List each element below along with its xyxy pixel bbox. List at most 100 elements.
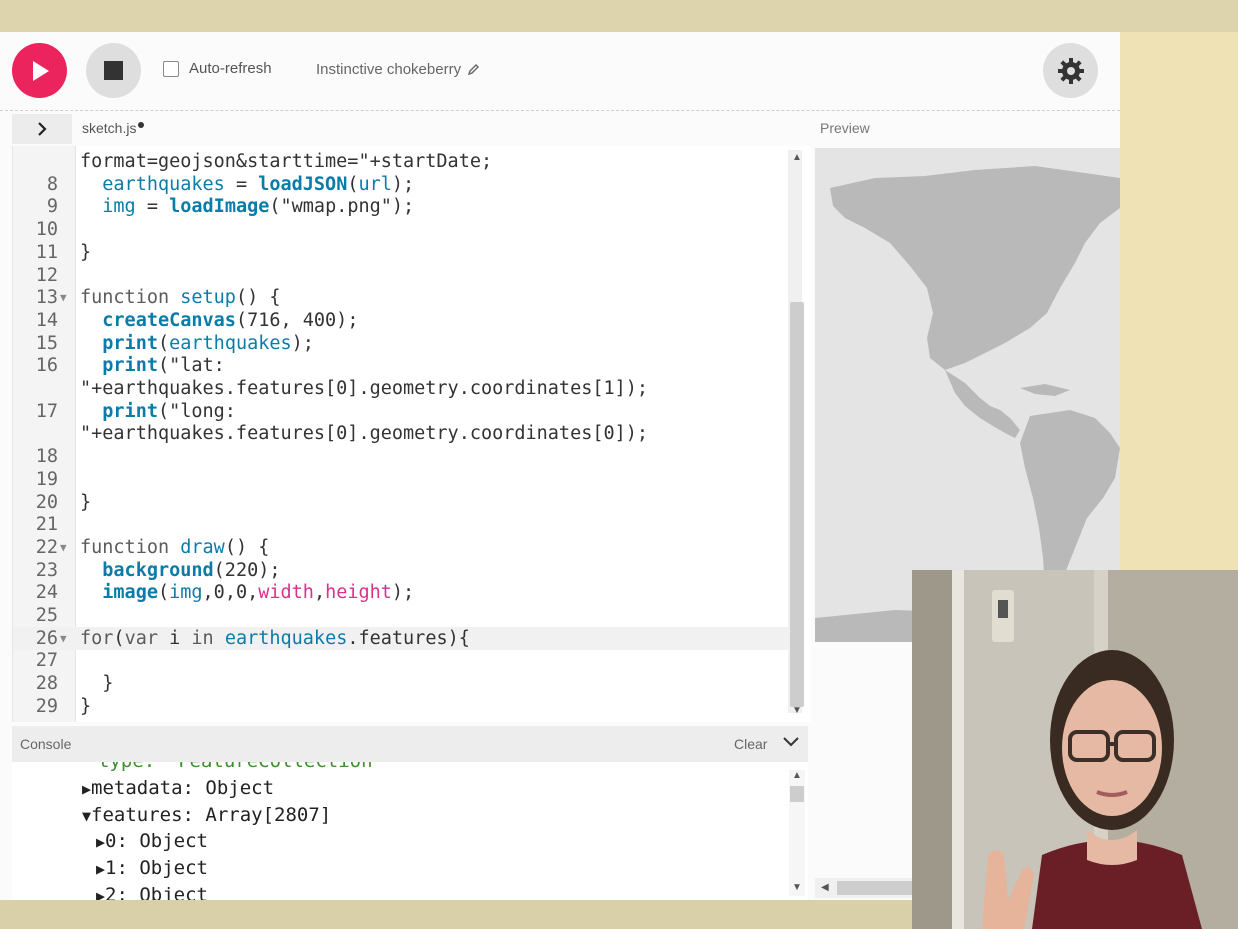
fold-arrow-icon[interactable]: ▼: [60, 627, 67, 650]
code-text: }: [80, 491, 92, 513]
code-line[interactable]: 27: [13, 649, 789, 672]
fold-arrow-icon[interactable]: ▼: [60, 286, 67, 309]
code-text: img = loadImage("wmap.png");: [102, 196, 415, 218]
code-line[interactable]: "+earthquakes.features[0].geometry.coord…: [13, 377, 789, 400]
line-number: 9: [46, 196, 58, 218]
expand-arrow-icon[interactable]: ▶: [96, 887, 105, 900]
code-line[interactable]: 9 img = loadImage("wmap.png");: [13, 195, 789, 218]
console-line[interactable]: ▶metadata: Object: [82, 777, 274, 799]
code-line[interactable]: 10: [13, 218, 789, 241]
line-number: 15: [35, 332, 58, 354]
console-line[interactable]: type: "FeatureCollection": [98, 762, 384, 772]
code-line[interactable]: format=geojson&starttime="+startDate;: [13, 150, 789, 173]
line-number: 29: [35, 695, 58, 717]
expand-arrow-icon[interactable]: ▶: [96, 860, 105, 878]
project-name[interactable]: Instinctive chokeberry: [316, 61, 480, 78]
code-editor[interactable]: format=geojson&starttime="+startDate; 8 e…: [12, 146, 811, 722]
line-number: 17: [35, 400, 58, 422]
gear-icon: [1057, 57, 1084, 84]
chevron-right-icon: [38, 122, 47, 136]
fold-arrow-icon[interactable]: ▼: [60, 536, 67, 559]
code-text: earthquakes = loadJSON(url);: [102, 173, 415, 195]
stop-icon: [104, 61, 123, 80]
code-text: image(img,0,0,width,height);: [102, 582, 415, 604]
code-line[interactable]: 15 print(earthquakes);: [13, 332, 789, 355]
code-line[interactable]: 29}: [13, 695, 789, 718]
code-text: format=geojson&starttime="+startDate;: [80, 151, 493, 172]
console-scroll-up-arrow[interactable]: ▲: [792, 770, 802, 781]
line-number: 27: [35, 650, 58, 672]
preview-horizontal-scrollbar[interactable]: ◀: [815, 878, 915, 898]
line-number: 16: [35, 355, 58, 377]
play-button[interactable]: [12, 43, 67, 98]
play-icon: [32, 60, 49, 81]
toolbar: Auto-refresh Instinctive chokeberry: [0, 32, 1120, 111]
code-line[interactable]: "+earthquakes.features[0].geometry.coord…: [13, 422, 789, 445]
console-scrollbar-thumb[interactable]: [790, 786, 804, 802]
code-line[interactable]: 11}: [13, 241, 789, 264]
code-line[interactable]: 25: [13, 604, 789, 627]
code-text: print("long:: [102, 400, 236, 422]
file-tab-row: sketch.js Preview: [0, 112, 1120, 146]
sidebar-toggle-button[interactable]: [12, 114, 72, 144]
code-line[interactable]: 18: [13, 445, 789, 468]
line-number: 28: [35, 673, 58, 695]
console-line[interactable]: ▶1: Object: [96, 857, 208, 879]
code-line[interactable]: 16 print("lat:: [13, 354, 789, 377]
scroll-down-arrow[interactable]: ▼: [792, 705, 802, 716]
code-line[interactable]: 26 ▼ for(var i in earthquakes.features){: [13, 626, 789, 650]
code-text: for(var i in earthquakes.features){: [80, 627, 470, 649]
code-line[interactable]: 21: [13, 513, 789, 536]
code-line[interactable]: 20}: [13, 491, 789, 514]
line-number: 22: [35, 536, 58, 558]
code-line[interactable]: 24 image(img,0,0,width,height);: [13, 581, 789, 604]
console-clear-button[interactable]: Clear: [734, 736, 767, 752]
expand-arrow-icon[interactable]: ▶: [96, 833, 105, 851]
console-scrollbar[interactable]: ▲ ▼: [789, 770, 805, 896]
stop-button[interactable]: [86, 43, 141, 98]
console-collapse-button[interactable]: [782, 735, 800, 753]
pencil-icon[interactable]: [467, 63, 480, 76]
code-line[interactable]: 22 ▼ function draw() {: [13, 536, 789, 559]
line-number: 26: [35, 627, 58, 649]
auto-refresh-checkbox[interactable]: [163, 60, 179, 77]
expand-arrow-icon[interactable]: ▶: [82, 780, 91, 798]
console-header: Console Clear: [12, 726, 808, 762]
code-line[interactable]: 12: [13, 264, 789, 287]
code-text: print("lat:: [102, 355, 225, 377]
code-line[interactable]: 8 earthquakes = loadJSON(url);: [13, 173, 789, 196]
console-line[interactable]: ▶0: Object: [96, 830, 208, 852]
preview-label: Preview: [820, 120, 870, 136]
code-line[interactable]: 13 ▼ function setup() {: [13, 286, 789, 309]
line-number: 23: [35, 559, 58, 581]
code-text: background(220);: [102, 559, 281, 581]
console-output[interactable]: type: "FeatureCollection" ▶metadata: Obje…: [12, 762, 808, 900]
console-line[interactable]: ▼features: Array[2807]: [82, 804, 331, 826]
line-number: 19: [35, 468, 58, 490]
hscroll-thumb[interactable]: [837, 881, 915, 895]
hscroll-left-arrow[interactable]: ◀: [821, 882, 829, 893]
line-number: 10: [35, 219, 58, 241]
line-number: 24: [35, 582, 58, 604]
console-scroll-down-arrow[interactable]: ▼: [792, 882, 802, 893]
line-number: 8: [46, 173, 58, 195]
unsaved-indicator: [138, 122, 145, 128]
code-line[interactable]: 28 }: [13, 672, 789, 695]
code-line[interactable]: 19: [13, 468, 789, 491]
collapse-arrow-icon[interactable]: ▼: [82, 807, 91, 825]
line-number: 25: [35, 605, 58, 626]
world-map-image: [815, 148, 1120, 642]
editor-scrollbar-thumb[interactable]: [790, 302, 804, 707]
file-tab-sketch-js[interactable]: sketch.js: [82, 120, 145, 136]
auto-refresh-toggle[interactable]: Auto-refresh: [163, 60, 272, 77]
presenter-webcam: [912, 570, 1238, 929]
line-number: 14: [35, 309, 58, 331]
settings-button[interactable]: [1043, 43, 1098, 98]
code-line[interactable]: 17 print("long:: [13, 400, 789, 423]
code-text: function draw() {: [80, 536, 270, 558]
code-line[interactable]: 23 background(220);: [13, 559, 789, 582]
scroll-up-arrow[interactable]: ▲: [792, 152, 802, 163]
code-line[interactable]: 14 createCanvas(716, 400);: [13, 309, 789, 332]
console-line[interactable]: ▶2: Object: [96, 884, 208, 900]
code-text: }: [80, 241, 92, 263]
